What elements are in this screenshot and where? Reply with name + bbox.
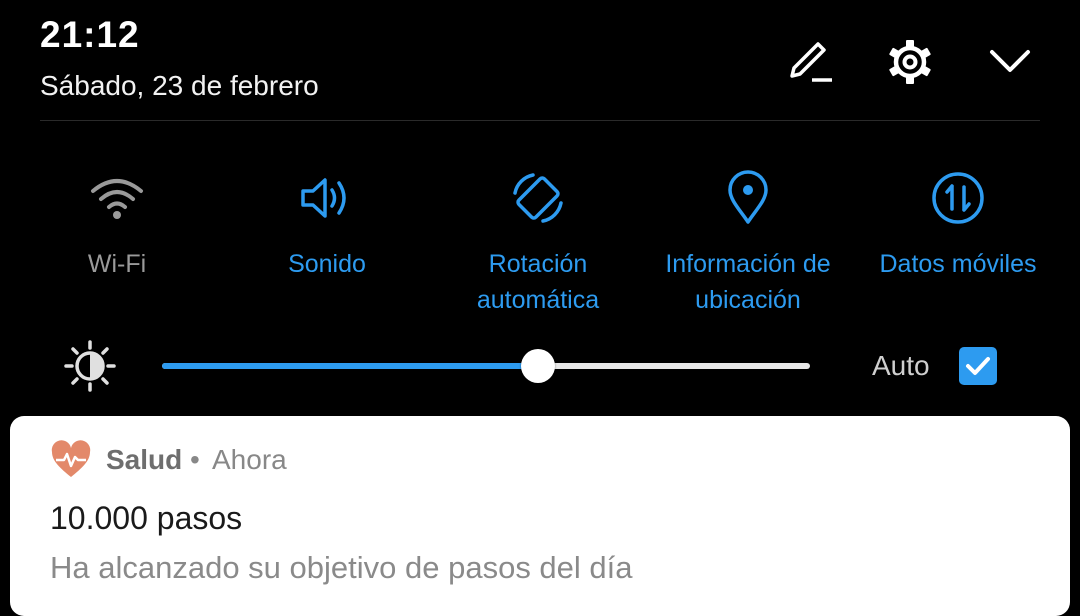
rotation-icon: [508, 168, 568, 228]
tile-label: Información de ubicación: [665, 250, 831, 314]
clock: 21:12: [40, 14, 140, 55]
header-divider: [40, 120, 1040, 121]
wifi-icon: [87, 168, 147, 228]
tile-sound[interactable]: Sonido: [227, 168, 427, 282]
volume-icon: [297, 168, 357, 228]
tile-label: Sonido: [288, 250, 366, 278]
notification-time: Ahora: [212, 444, 287, 475]
auto-brightness-checkbox[interactable]: [959, 347, 997, 385]
health-heart-icon: [50, 440, 92, 480]
notification-card[interactable]: Salud • Ahora 10.000 pasos Ha alcanzado …: [10, 416, 1070, 616]
date-label: Sábado, 23 de febrero: [40, 70, 319, 101]
edit-icon[interactable]: [784, 36, 836, 88]
checkmark-icon: [966, 357, 990, 375]
brightness-icon: [64, 340, 116, 392]
tile-label: Datos móviles: [879, 250, 1037, 278]
tile-mobile-data[interactable]: Datos móviles: [858, 168, 1058, 282]
tile-wifi[interactable]: Wi-Fi: [17, 168, 217, 282]
tile-label: Rotación automática: [476, 250, 600, 314]
gear-icon[interactable]: [884, 36, 936, 88]
auto-brightness-label: Auto: [872, 350, 930, 381]
mobile-data-icon: [928, 168, 988, 228]
separator-dot: •: [190, 444, 200, 475]
notification-text: Ha alcanzado su objetivo de pasos del dí…: [50, 550, 633, 585]
app-name: Salud: [106, 444, 183, 475]
brightness-thumb[interactable]: [520, 349, 555, 383]
tile-location[interactable]: Información de ubicación: [648, 168, 848, 318]
tile-auto-rotate[interactable]: Rotación automática: [438, 168, 638, 318]
chevron-down-icon[interactable]: [984, 36, 1036, 88]
brightness-fill: [162, 363, 538, 369]
brightness-slider[interactable]: [162, 349, 810, 383]
notification-title: 10.000 pasos: [50, 500, 243, 536]
location-icon: [718, 168, 778, 228]
tile-label: Wi-Fi: [87, 250, 147, 278]
